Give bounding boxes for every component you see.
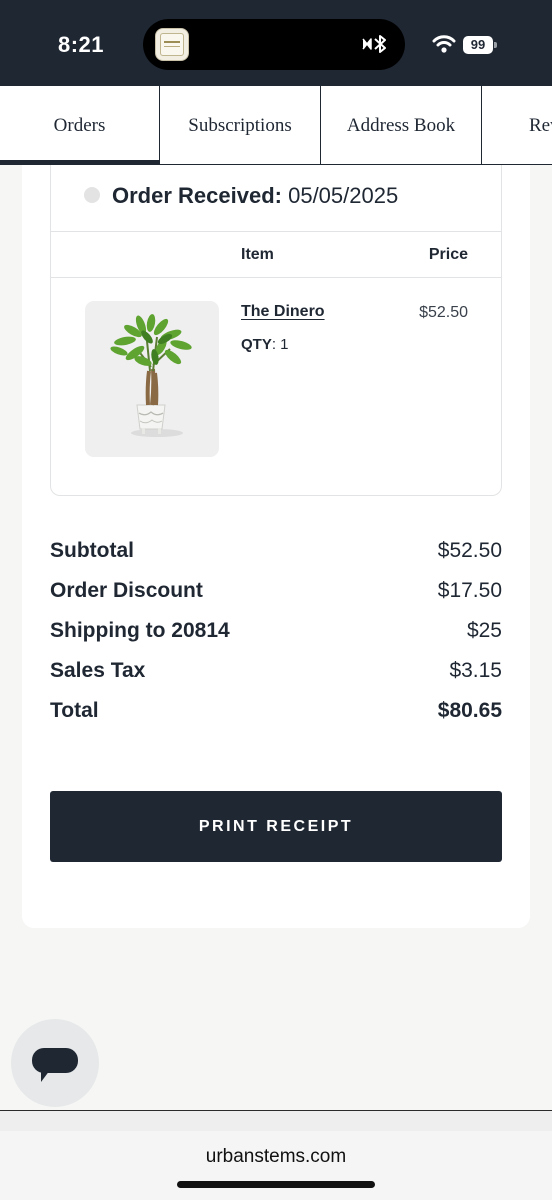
print-receipt-button[interactable]: PRINT RECEIPT: [50, 791, 502, 862]
tab-subscriptions[interactable]: Subscriptions: [160, 86, 321, 165]
url-text[interactable]: urbanstems.com: [0, 1146, 552, 1168]
summary-row-tax: Sales Tax $3.15: [50, 657, 502, 697]
dynamic-island: [143, 19, 405, 70]
money-tree-plant-image: [110, 314, 192, 437]
order-status-label: Order Received:: [112, 183, 282, 208]
battery-cap: [494, 42, 497, 48]
product-image[interactable]: [85, 301, 219, 457]
order-status-row: Order Received: 05/05/2025: [51, 165, 501, 232]
qty-value: : 1: [271, 336, 289, 353]
order-status: Order Received: 05/05/2025: [112, 183, 398, 209]
order-status-date: 05/05/2025: [288, 183, 399, 208]
summary-row-total: Total $80.65: [50, 697, 502, 737]
account-tabs: Orders Subscriptions Address Book Rev: [0, 86, 552, 165]
tab-orders[interactable]: Orders: [0, 86, 160, 165]
summary-label: Shipping to 20814: [50, 619, 230, 642]
summary-value: $80.65: [437, 699, 502, 722]
product-price: $52.50: [419, 304, 468, 321]
summary-label: Sales Tax: [50, 659, 146, 682]
summary-label: Total: [50, 699, 99, 722]
order-panel: Order Received: 05/05/2025 Item Price Th…: [22, 165, 530, 928]
status-bar: 8:21 99: [0, 0, 552, 86]
product-qty: QTY: 1: [241, 336, 289, 353]
bluetooth-icon: [362, 35, 386, 53]
summary-value: $3.15: [449, 659, 502, 682]
tab-reviews[interactable]: Rev: [482, 86, 552, 165]
chat-bubble-icon: [32, 1048, 78, 1073]
column-header-item: Item: [241, 246, 274, 263]
summary-row-discount: Order Discount $17.50: [50, 577, 502, 617]
summary-value: $25: [466, 619, 502, 642]
order-card: Order Received: 05/05/2025 Item Price Th…: [50, 165, 502, 496]
qty-label: QTY: [241, 336, 272, 353]
summary-row-shipping: Shipping to 20814 $25: [50, 617, 502, 657]
url-bar-shade: [0, 1111, 552, 1131]
chat-bubble-tail: [41, 1070, 50, 1082]
summary-value: $17.50: [437, 579, 502, 602]
summary-value: $52.50: [437, 539, 502, 562]
battery-icon: 99: [463, 36, 493, 54]
tab-address-book[interactable]: Address Book: [321, 86, 482, 165]
home-indicator[interactable]: [177, 1181, 375, 1188]
column-header-price: Price: [428, 246, 468, 263]
status-dot-icon: [84, 187, 100, 203]
clock: 8:21: [58, 32, 105, 57]
app-icon: [155, 28, 189, 61]
chat-button[interactable]: [11, 1019, 99, 1107]
order-summary: Subtotal $52.50 Order Discount $17.50 Sh…: [50, 537, 502, 737]
product-name-link[interactable]: The Dinero: [241, 303, 325, 321]
summary-label: Subtotal: [50, 539, 134, 562]
summary-row-subtotal: Subtotal $52.50: [50, 537, 502, 577]
summary-label: Order Discount: [50, 579, 203, 602]
items-header: Item Price: [51, 232, 501, 278]
wifi-icon: [432, 35, 456, 53]
